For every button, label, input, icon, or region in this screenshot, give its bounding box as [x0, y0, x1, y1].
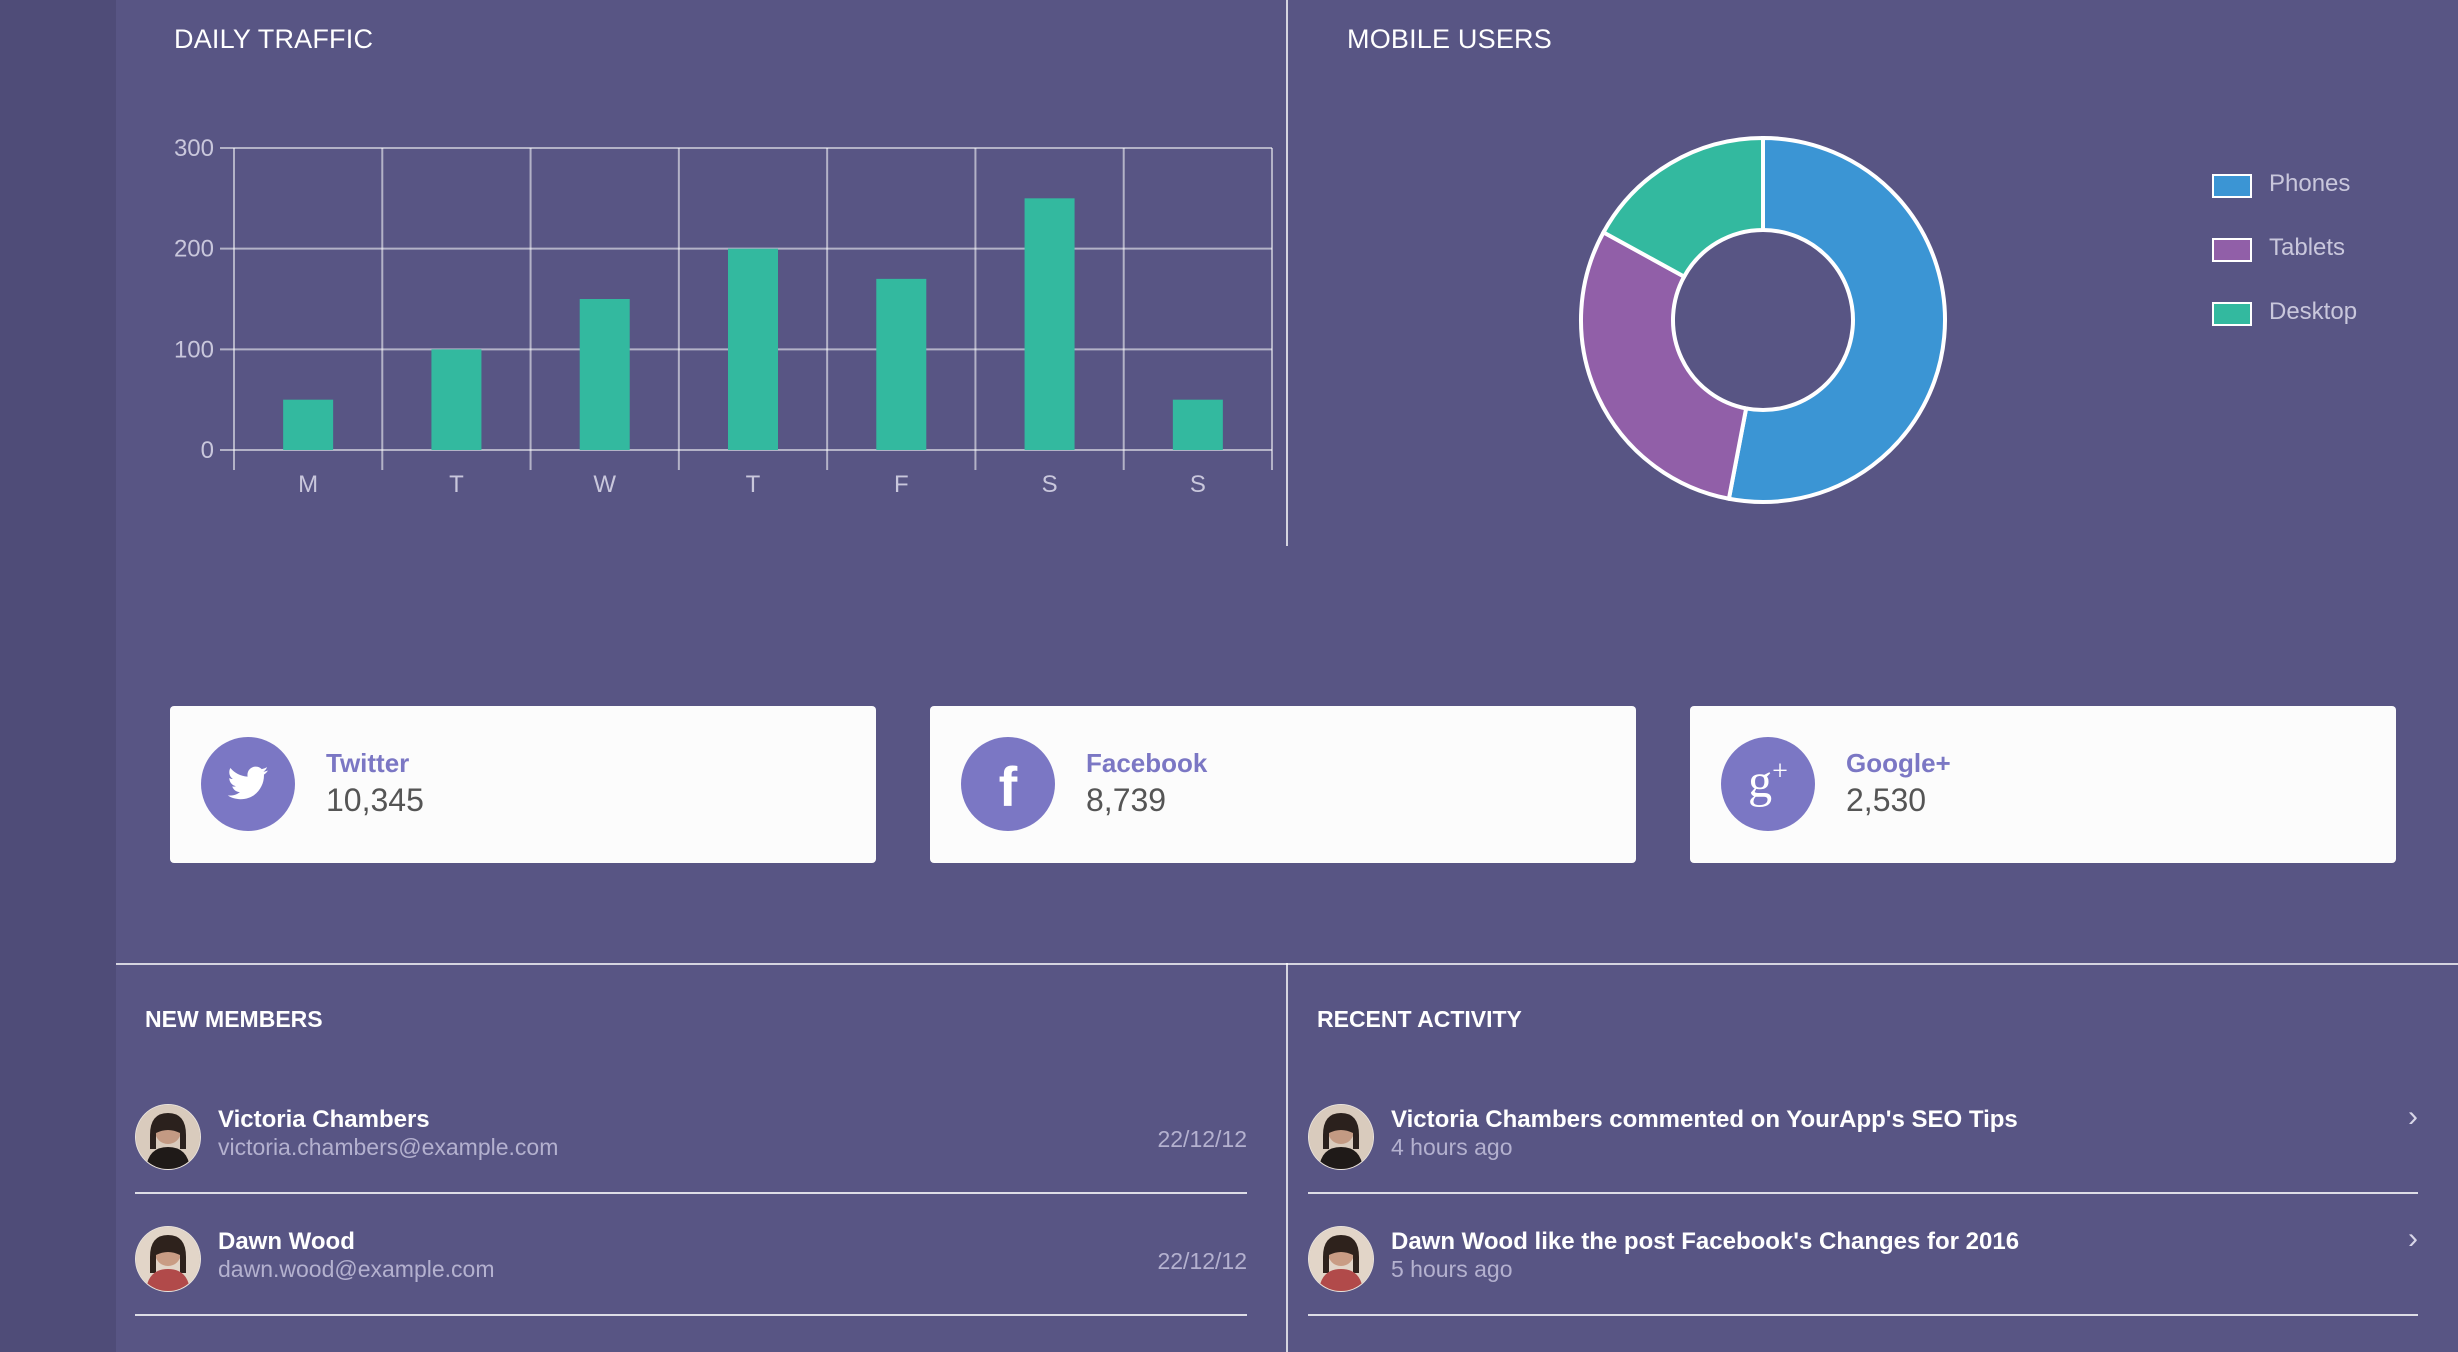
activity-time: 4 hours ago — [1391, 1134, 1513, 1160]
bar-t — [431, 349, 482, 450]
new-members-title: NEW MEMBERS — [145, 1006, 323, 1032]
daily-traffic-chart: 0 100 200 300 M T W T F S S — [174, 135, 1273, 498]
bar-s — [1024, 198, 1075, 450]
bar-f — [876, 278, 927, 450]
x-tick-label: W — [593, 471, 616, 498]
y-tick-label: 100 — [174, 336, 214, 363]
x-tick-label: T — [449, 471, 464, 498]
legend-label: Desktop — [2269, 298, 2358, 325]
mobile-users-title: MOBILE USERS — [1347, 24, 1552, 54]
chevron-right-icon[interactable]: › — [2408, 1100, 2418, 1134]
facebook-count: 8,739 — [1086, 782, 1167, 818]
google-plus-count: 2,530 — [1846, 782, 1927, 818]
chevron-right-icon[interactable]: › — [2408, 1222, 2418, 1256]
legend-swatch — [2212, 238, 2252, 262]
google-plus-icon: g+ — [1721, 737, 1815, 831]
y-tick-label: 200 — [174, 236, 214, 263]
activity-time: 5 hours ago — [1391, 1256, 1513, 1282]
legend-swatch — [2212, 174, 2252, 198]
member-name[interactable]: Victoria Chambers — [218, 1106, 430, 1134]
x-tick-label: M — [298, 471, 318, 498]
bar-m — [283, 399, 334, 450]
recent-activity-title: RECENT ACTIVITY — [1317, 1006, 1522, 1032]
x-tick-label: T — [746, 471, 761, 498]
row-divider — [1308, 1192, 2418, 1194]
google-plus-card[interactable]: g+ Google+ 2,530 — [1690, 706, 2396, 863]
panel-divider-bottom — [1286, 963, 1288, 1352]
member-email: victoria.chambers@example.com — [218, 1134, 559, 1160]
row-divider — [1308, 1314, 2418, 1316]
twitter-card[interactable]: Twitter 10,345 — [170, 706, 876, 863]
facebook-label: Facebook — [1086, 748, 1208, 778]
legend-label: Phones — [2269, 170, 2351, 197]
panel-divider-top — [1286, 0, 1288, 546]
activity-text[interactable]: Dawn Wood like the post Facebook's Chang… — [1391, 1228, 2019, 1256]
avatar — [135, 1104, 201, 1170]
activity-row[interactable]: Dawn Wood like the post Facebook's Chang… — [1308, 1222, 2418, 1348]
member-name[interactable]: Dawn Wood — [218, 1228, 355, 1256]
y-tick-label: 300 — [174, 135, 214, 162]
row-divider — [135, 1192, 1247, 1194]
legend-label: Tablets — [2269, 234, 2346, 261]
avatar — [1308, 1104, 1374, 1170]
row-divider — [135, 1314, 1247, 1316]
member-date: 22/12/12 — [1157, 1126, 1247, 1152]
facebook-f-icon: f — [961, 737, 1055, 831]
bar-s — [1172, 399, 1223, 450]
member-date: 22/12/12 — [1157, 1248, 1247, 1274]
mobile-users-chart — [1579, 135, 1947, 504]
x-tick-label: F — [894, 471, 909, 498]
activity-text[interactable]: Victoria Chambers commented on YourApp's… — [1391, 1106, 2018, 1134]
legend-swatch — [2212, 302, 2252, 326]
twitter-bird-icon — [201, 737, 295, 831]
twitter-label: Twitter — [326, 748, 410, 778]
member-row[interactable]: Dawn Wood dawn.wood@example.com 22/12/12 — [135, 1226, 1247, 1348]
twitter-count: 10,345 — [326, 782, 424, 818]
facebook-card[interactable]: f Facebook 8,739 — [930, 706, 1636, 863]
y-tick-label: 0 — [201, 437, 214, 464]
slice-tablets — [1579, 229, 1749, 502]
avatar — [135, 1226, 201, 1292]
x-tick-label: S — [1042, 471, 1058, 498]
member-row[interactable]: Victoria Chambers victoria.chambers@exam… — [135, 1104, 1247, 1226]
member-email: dawn.wood@example.com — [218, 1256, 495, 1282]
x-tick-label: S — [1190, 471, 1206, 498]
google-plus-label: Google+ — [1846, 748, 1951, 778]
avatar — [1308, 1226, 1374, 1292]
bar-t — [728, 248, 778, 450]
activity-row[interactable]: Victoria Chambers commented on YourApp's… — [1308, 1100, 2418, 1226]
bar-w — [579, 299, 630, 450]
